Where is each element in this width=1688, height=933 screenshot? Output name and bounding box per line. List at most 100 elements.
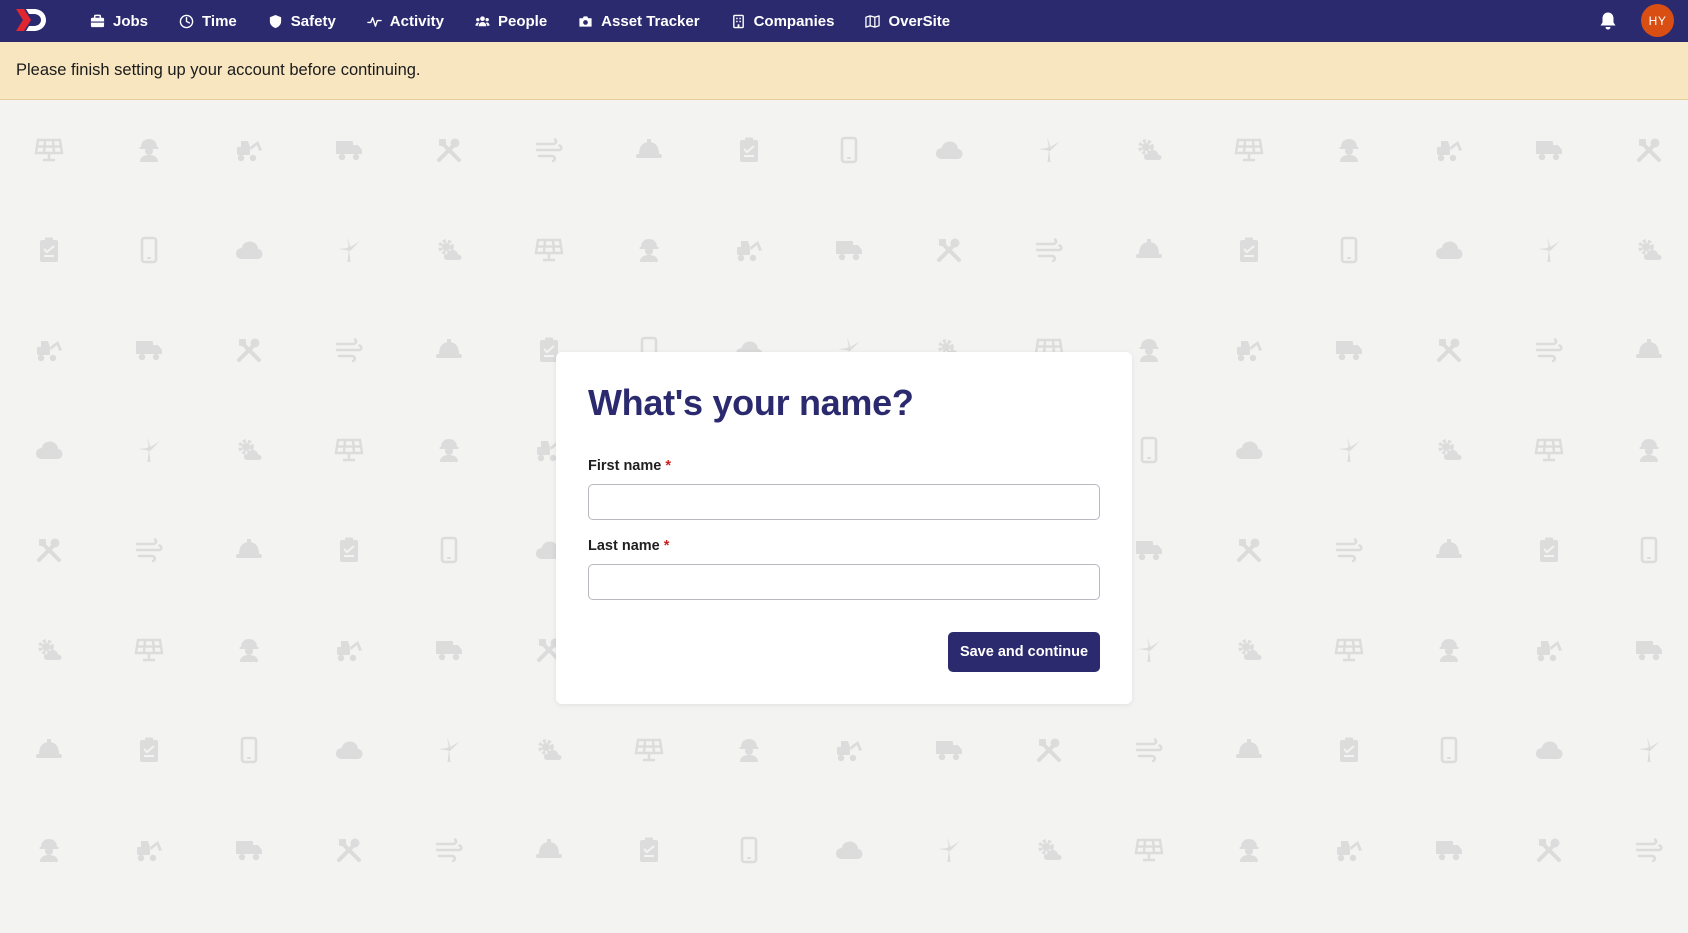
cloud-icon [336,741,363,759]
user-avatar[interactable]: HY [1641,4,1674,37]
hardhat-icon [1636,339,1662,358]
worker-icon [1239,839,1259,862]
worker-icon [739,739,759,762]
truck-icon [1136,541,1162,561]
wind-icon [435,838,463,863]
wind-icon [535,138,563,163]
app-logo-icon[interactable] [14,6,48,34]
hardhat-icon [536,839,562,858]
cloud-icon [836,841,863,859]
worker-icon [1339,139,1359,162]
phone-icon [740,836,758,864]
tools-icon [1237,538,1261,562]
phone-icon [240,736,258,764]
gear-cloud-icon [438,239,462,260]
truck-icon [236,841,262,861]
nav-item-time[interactable]: Time [167,0,256,42]
gear-cloud-icon [1438,439,1462,460]
nav-item-jobs[interactable]: Jobs [78,0,167,42]
tools-icon [337,838,361,862]
tools-icon [1537,838,1561,862]
people-icon [475,15,490,26]
clipboard-icon [640,837,658,862]
last-name-label: Last name * [588,538,669,554]
truck-icon [1436,841,1462,861]
wind-turbine-icon [138,437,160,462]
cloud-icon [236,241,263,259]
gear-cloud-icon [238,439,262,460]
wind-icon [1535,338,1563,363]
tools-icon [237,338,261,362]
solar-panel-icon [1534,438,1564,462]
worker-icon [239,639,259,662]
excavator-icon [37,341,62,362]
excavator-icon [837,741,862,762]
tools-icon [1037,738,1061,762]
tools-icon [937,238,961,262]
clipboard-icon [740,137,758,162]
worker-icon [1139,339,1159,362]
phone-icon [1140,436,1158,464]
first-name-input[interactable] [588,484,1100,520]
phone-icon [1340,236,1358,264]
cloud-icon [1436,241,1463,259]
wind-turbine-icon [938,837,960,862]
clipboard-icon [340,537,358,562]
truck-icon [1636,641,1662,661]
nav-item-label: People [497,12,548,30]
wind-turbine-icon [438,737,460,762]
phone-icon [140,236,158,264]
wind-icon [335,338,363,363]
nav-item-label: Safety [290,12,336,30]
hardhat-icon [436,339,462,358]
banner-text: Please finish setting up your account be… [16,61,421,79]
camera-icon [579,15,592,27]
gear-cloud-icon [38,639,62,660]
cloud-icon [36,441,63,459]
truck-icon [936,741,962,761]
notifications-bell-icon[interactable] [1597,10,1619,32]
hardhat-icon [1236,739,1262,758]
worker-icon [1639,439,1659,462]
wind-turbine-icon [1138,637,1160,662]
excavator-icon [237,141,262,162]
wind-turbine-icon [1538,237,1560,262]
wind-turbine-icon [1638,737,1660,762]
solar-panel-icon [534,238,564,262]
clipboard-icon [140,737,158,762]
nav-item-oversite[interactable]: OverSite [853,0,969,42]
building-icon [732,14,744,28]
last-name-input[interactable] [588,564,1100,600]
nav-item-safety[interactable]: Safety [256,0,355,42]
hardhat-icon [236,539,262,558]
excavator-icon [1337,841,1362,862]
excavator-icon [337,641,362,662]
nav-item-people[interactable]: People [463,0,566,42]
excavator-icon [1437,141,1462,162]
truck-icon [836,241,862,261]
truck-icon [336,141,362,161]
clipboard-icon [1540,537,1558,562]
worker-icon [39,839,59,862]
nav-item-companies[interactable]: Companies [719,0,854,42]
nav-item-label: Activity [389,12,444,30]
truck-icon [136,341,162,361]
nav-item-activity[interactable]: Activity [355,0,463,42]
wind-turbine-icon [338,237,360,262]
gear-cloud-icon [1638,239,1662,260]
wind-icon [1135,738,1163,763]
hardhat-icon [1136,239,1162,258]
excavator-icon [737,241,762,262]
wind-icon [1335,538,1363,563]
tools-icon [1437,338,1461,362]
save-and-continue-button[interactable]: Save and continue [948,632,1100,672]
phone-icon [1440,736,1458,764]
solar-panel-icon [1334,638,1364,662]
cloud-icon [1536,741,1563,759]
wind-icon [1635,838,1663,863]
name-form-card: What's your name? First name * Last name *… [556,352,1132,704]
nav-item-asset-tracker[interactable]: Asset Tracker [566,0,718,42]
nav-item-label: Asset Tracker [601,12,700,30]
clock-icon [179,14,194,28]
truck-icon [1536,141,1562,161]
